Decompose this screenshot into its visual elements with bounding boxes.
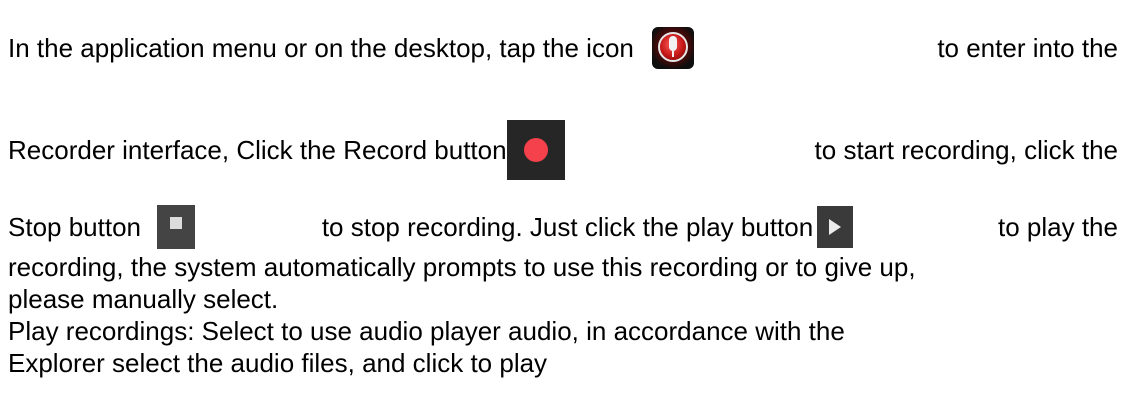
- line6-text: Play recordings: Select to use audio pla…: [8, 316, 845, 346]
- paragraph-line-5: please manually select.: [8, 284, 279, 314]
- line1-text-start: In the application menu or on the deskto…: [8, 33, 634, 63]
- line3-text-start: Stop button: [8, 212, 141, 242]
- paragraph-line-3: Stop button to stop recording. Just clic…: [8, 205, 1118, 249]
- paragraph-line-4: recording, the system automatically prom…: [8, 252, 916, 282]
- play-button-icon: [817, 206, 854, 248]
- line1-text-end: to enter into the: [937, 33, 1118, 63]
- paragraph-line-6: Play recordings: Select to use audio pla…: [8, 316, 1118, 346]
- paragraph-line-1: In the application menu or on the deskto…: [8, 27, 1118, 69]
- line2-text-end: to start recording, click the: [814, 135, 1118, 165]
- record-button-icon: [506, 120, 565, 180]
- stop-button-icon: [157, 205, 195, 249]
- recorder-app-icon: [651, 27, 694, 69]
- paragraph-line-7: Explorer select the audio files, and cli…: [8, 348, 548, 378]
- line3-text-end: to play the: [998, 212, 1118, 242]
- line3-text-middle: to stop recording. Just click the play b…: [321, 212, 814, 242]
- line2-text-start: Recorder interface, Click the Record but…: [8, 135, 507, 165]
- paragraph-line-2: Recorder interface, Click the Record but…: [8, 120, 1118, 180]
